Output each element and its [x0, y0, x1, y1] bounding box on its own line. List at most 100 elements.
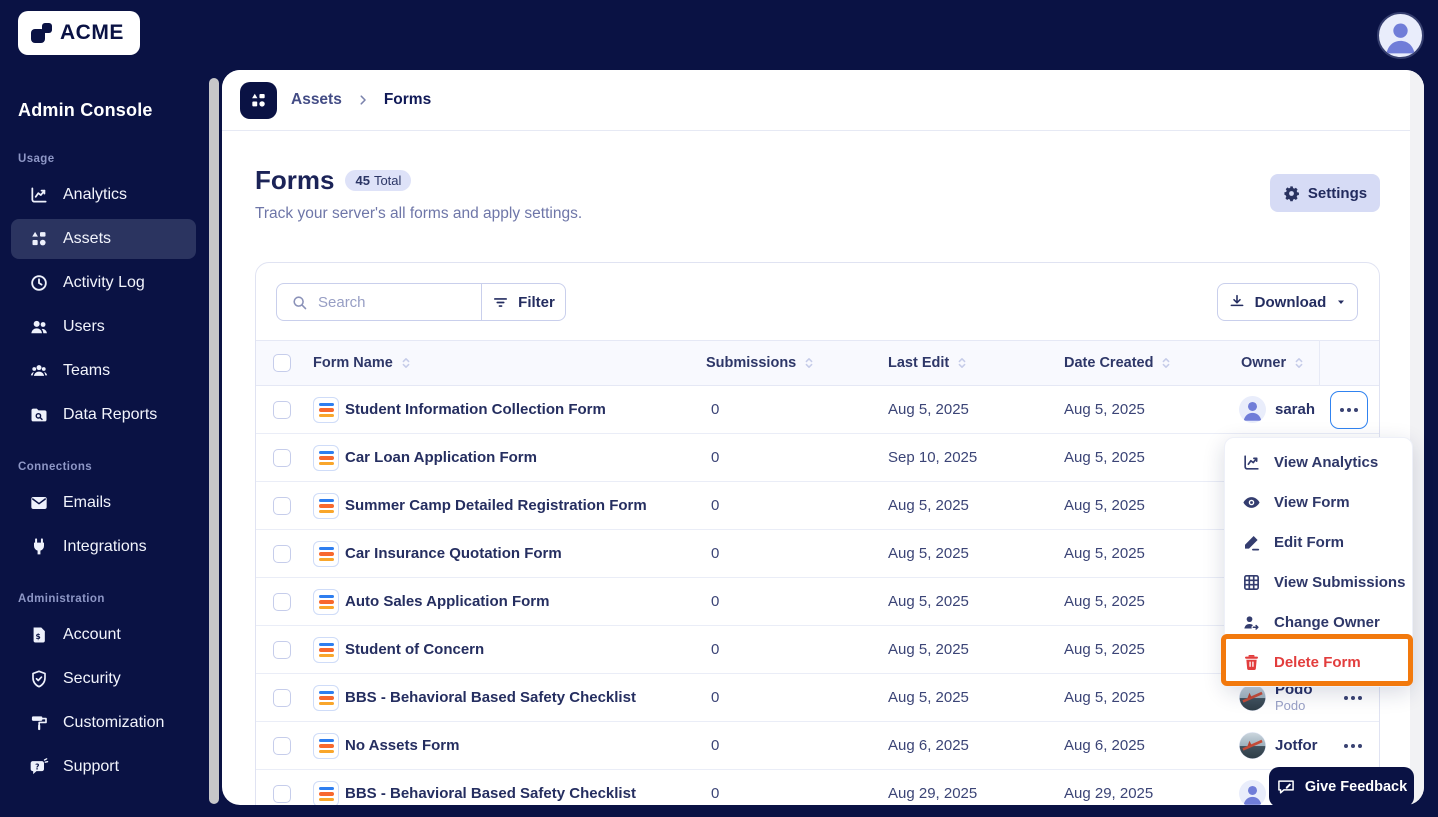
- table-row: Summer Camp Detailed Registration Form 0 A…: [256, 482, 1379, 530]
- filter-button[interactable]: Filter: [482, 284, 565, 320]
- svg-text:?: ?: [35, 762, 39, 771]
- column-header-last-edit[interactable]: Last Edit: [888, 341, 969, 385]
- column-header-form-name[interactable]: Form Name: [313, 341, 413, 385]
- sidebar-item-emails[interactable]: Emails: [11, 483, 196, 523]
- sidebar-item-label: Integrations: [63, 538, 147, 555]
- row-checkbox[interactable]: [273, 497, 291, 515]
- last-edit-value: Aug 6, 2025: [888, 737, 969, 754]
- submissions-value: 0: [711, 545, 720, 562]
- row-checkbox[interactable]: [273, 785, 291, 803]
- forms-table-card: Filter Download Form Name Submissions Last…: [255, 262, 1380, 805]
- menu-item-edit-form[interactable]: Edit Form: [1225, 522, 1412, 562]
- last-edit-value: Sep 10, 2025: [888, 449, 978, 466]
- column-header-date-created[interactable]: Date Created: [1064, 341, 1173, 385]
- sidebar-item-label: Teams: [63, 362, 111, 379]
- sidebar-item-support[interactable]: ? Support: [11, 747, 196, 787]
- breadcrumb: Assets Forms: [222, 70, 1424, 131]
- table-header-row: Form Name Submissions Last Edit Date Create…: [256, 340, 1379, 386]
- row-actions-button[interactable]: [1334, 722, 1372, 769]
- download-button[interactable]: Download: [1217, 283, 1358, 321]
- form-name: Student of Concern: [345, 641, 485, 658]
- form-name: Car Insurance Quotation Form: [345, 545, 562, 562]
- menu-item-label: Change Owner: [1274, 613, 1380, 631]
- menu-item-change-owner[interactable]: Change Owner: [1225, 602, 1412, 642]
- form-icon: [313, 397, 339, 423]
- row-context-menu: View Analytics View Form Edit Form View Sub…: [1224, 437, 1413, 687]
- user-avatar[interactable]: [1377, 12, 1424, 59]
- sidebar-item-customization[interactable]: Customization: [11, 703, 196, 743]
- download-icon: [1228, 293, 1246, 311]
- form-name: Summer Camp Detailed Registration Form: [345, 497, 647, 514]
- owner-subname: Podo: [1275, 697, 1306, 713]
- row-checkbox[interactable]: [273, 593, 291, 611]
- eye-icon: [1242, 493, 1261, 512]
- row-checkbox[interactable]: [273, 641, 291, 659]
- acme-logo-text: ACME: [60, 21, 124, 44]
- date-created-value: Aug 5, 2025: [1064, 593, 1145, 610]
- sidebar-section-label: Usage: [18, 153, 55, 165]
- give-feedback-button[interactable]: Give Feedback: [1269, 767, 1414, 807]
- search-input[interactable]: [318, 293, 468, 311]
- menu-item-label: Edit Form: [1274, 533, 1344, 551]
- date-created-value: Aug 29, 2025: [1064, 785, 1154, 802]
- form-icon: [313, 685, 339, 711]
- row-actions-button[interactable]: [1330, 391, 1368, 429]
- column-header-label: Submissions: [706, 355, 797, 371]
- row-checkbox[interactable]: [273, 401, 291, 419]
- column-header-submissions[interactable]: Submissions: [706, 341, 816, 385]
- sort-icon: [1292, 356, 1306, 370]
- owner-cell: Jotform: [1239, 722, 1318, 769]
- data-reports-icon: [29, 405, 49, 425]
- top-navbar: ACME: [0, 0, 1438, 70]
- sidebar-item-label: Assets: [63, 230, 112, 247]
- row-checkbox[interactable]: [273, 689, 291, 707]
- security-icon: [29, 669, 49, 689]
- sidebar-item-label: Emails: [63, 494, 112, 511]
- menu-item-view-submissions[interactable]: View Submissions: [1225, 562, 1412, 602]
- form-name: Auto Sales Application Form: [345, 593, 550, 610]
- acme-logo-icon: [30, 21, 54, 45]
- sidebar-item-account[interactable]: $ Account: [11, 615, 196, 655]
- last-edit-value: Aug 5, 2025: [888, 593, 969, 610]
- sidebar-item-users[interactable]: Users: [11, 307, 196, 347]
- menu-item-view-form[interactable]: View Form: [1225, 482, 1412, 522]
- analytics-icon: [1242, 453, 1261, 472]
- breadcrumb-assets-link[interactable]: Assets: [291, 91, 342, 109]
- owner-cell: sarah te: [1239, 386, 1318, 433]
- emails-icon: [29, 493, 49, 513]
- sidebar-item-assets[interactable]: Assets: [11, 219, 196, 259]
- sidebar-item-label: Account: [63, 626, 121, 643]
- column-header-owner[interactable]: Owner: [1241, 341, 1306, 385]
- sidebar-item-label: Security: [63, 670, 121, 687]
- form-icon: [313, 541, 339, 567]
- owner-name: Jotform: [1275, 737, 1318, 754]
- settings-button[interactable]: Settings: [1270, 174, 1380, 212]
- table-row: Student of Concern 0 Aug 5, 2025 Aug 5, 202…: [256, 626, 1379, 674]
- sort-icon: [955, 356, 969, 370]
- sidebar-item-label: Customization: [63, 714, 165, 731]
- row-checkbox[interactable]: [273, 545, 291, 563]
- sidebar-scrollbar[interactable]: [209, 78, 219, 804]
- sidebar-item-activity-log[interactable]: Activity Log: [11, 263, 196, 303]
- customization-icon: [29, 713, 49, 733]
- form-icon: [313, 445, 339, 471]
- form-icon: [313, 733, 339, 759]
- sidebar-item-label: Data Reports: [63, 406, 158, 423]
- menu-item-view-analytics[interactable]: View Analytics: [1225, 442, 1412, 482]
- sidebar-item-security[interactable]: Security: [11, 659, 196, 699]
- menu-item-delete-form[interactable]: Delete Form: [1225, 642, 1412, 682]
- sidebar-item-analytics[interactable]: Analytics: [11, 175, 196, 215]
- menu-item-label: View Submissions: [1274, 573, 1406, 591]
- activity-log-icon: [29, 273, 49, 293]
- sidebar-item-teams[interactable]: Teams: [11, 351, 196, 391]
- sidebar-item-label: Users: [63, 318, 105, 335]
- sidebar-item-data-reports[interactable]: Data Reports: [11, 395, 196, 435]
- sidebar-item-integrations[interactable]: Integrations: [11, 527, 196, 567]
- row-checkbox[interactable]: [273, 449, 291, 467]
- submissions-value: 0: [711, 497, 720, 514]
- acme-logo[interactable]: ACME: [18, 11, 140, 55]
- select-all-checkbox[interactable]: [273, 354, 291, 372]
- row-checkbox[interactable]: [273, 737, 291, 755]
- search-box[interactable]: [277, 284, 482, 320]
- settings-label: Settings: [1307, 184, 1368, 202]
